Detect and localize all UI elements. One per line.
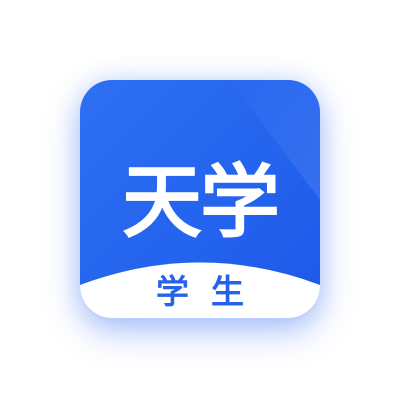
app-icon[interactable]: 天学 学生: [80, 80, 320, 318]
logo-subtitle: 学生: [156, 272, 266, 311]
app-icon-canvas: 天学 学生: [0, 0, 400, 400]
app-icon-graphic: 天学 学生: [80, 80, 320, 318]
logo-title: 天学: [122, 156, 278, 249]
